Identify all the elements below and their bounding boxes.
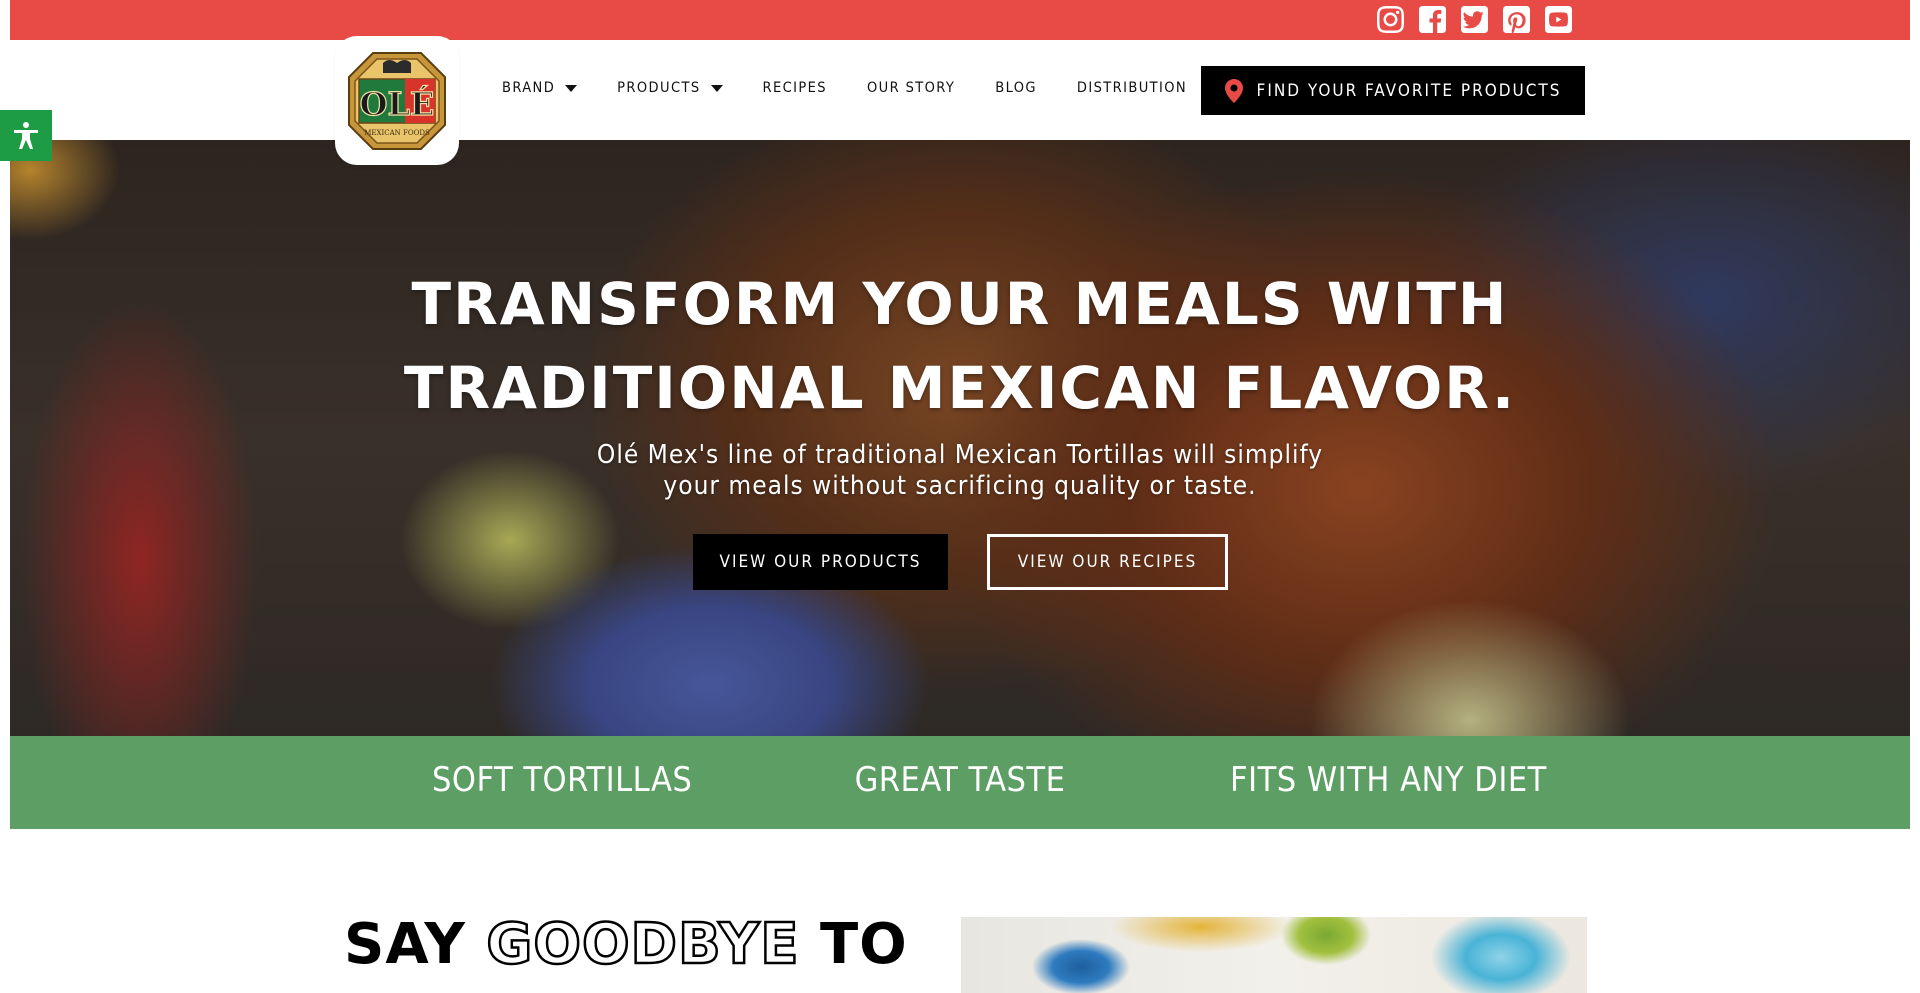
hero-subtitle-line: Olé Mex's line of traditional Mexican To…	[596, 440, 1324, 470]
pinterest-icon[interactable]	[1503, 6, 1530, 33]
features-band: SOFT TORTILLAS GREAT TASTE FITS WITH ANY…	[10, 736, 1910, 829]
heading-word: SAY	[344, 912, 466, 977]
nav-item-products[interactable]: PRODUCTS	[617, 80, 723, 96]
heading-word: TO	[819, 912, 908, 977]
feature-great-taste: GREAT TASTE	[854, 760, 1066, 800]
nav-item-label: RECIPES	[762, 80, 827, 96]
facebook-icon[interactable]	[1419, 6, 1446, 33]
find-products-button[interactable]: FIND YOUR FAVORITE PRODUCTS	[1201, 66, 1585, 115]
heading-word-outlined: GOODBYE	[485, 911, 800, 979]
feature-soft-tortillas: SOFT TORTILLAS	[432, 760, 693, 800]
hero-title-line: TRADITIONAL MEXICAN FLAVOR.	[403, 354, 1517, 422]
social-links	[1377, 6, 1572, 33]
nav-item-recipes[interactable]: RECIPES	[763, 80, 827, 96]
view-products-button[interactable]: VIEW OUR PRODUCTS	[693, 534, 948, 590]
nav-item-brand[interactable]: BRAND	[502, 80, 578, 96]
caret-down-icon	[710, 84, 723, 92]
section-heading: SAY GOODBYE TO	[344, 911, 908, 979]
page: OLÉ MEXICAN FOODS BRAND PRODUCTS RECIPES…	[10, 0, 1910, 993]
hero-title: TRANSFORM YOUR MEALS WITH TRADITIONAL ME…	[10, 262, 1910, 430]
map-pin-icon	[1224, 78, 1243, 103]
top-bar	[10, 0, 1910, 40]
svg-text:OLÉ: OLÉ	[360, 85, 435, 123]
instagram-icon[interactable]	[1377, 6, 1404, 33]
brand-logo[interactable]: OLÉ MEXICAN FOODS	[335, 36, 459, 165]
caret-down-icon	[565, 84, 578, 92]
nav-item-distribution[interactable]: DISTRIBUTION	[1077, 80, 1187, 96]
food-table-photo	[961, 917, 1587, 993]
hero-content: TRANSFORM YOUR MEALS WITH TRADITIONAL ME…	[10, 140, 1910, 736]
nav-item-label: BLOG	[995, 80, 1037, 96]
nav-item-label: BRAND	[502, 80, 556, 96]
hero-subtitle: Olé Mex's line of traditional Mexican To…	[10, 440, 1910, 502]
nav-item-label: PRODUCTS	[617, 80, 701, 96]
svg-text:MEXICAN FOODS: MEXICAN FOODS	[364, 129, 430, 137]
hero-title-line: TRANSFORM YOUR MEALS WITH	[411, 270, 1509, 338]
find-products-label: FIND YOUR FAVORITE PRODUCTS	[1256, 80, 1562, 101]
main-nav: BRAND PRODUCTS RECIPES OUR STORY BLOG DI…	[502, 80, 1227, 96]
nav-item-label: DISTRIBUTION	[1076, 80, 1188, 96]
nav-item-blog[interactable]: BLOG	[995, 80, 1037, 96]
accessibility-icon	[14, 121, 38, 149]
nav-item-our-story[interactable]: OUR STORY	[867, 80, 955, 96]
youtube-icon[interactable]	[1545, 6, 1572, 33]
accessibility-button[interactable]	[0, 110, 52, 161]
twitter-icon[interactable]	[1461, 6, 1488, 33]
nav-item-label: OUR STORY	[866, 80, 956, 96]
site-header: OLÉ MEXICAN FOODS BRAND PRODUCTS RECIPES…	[10, 36, 1910, 165]
ole-logo-graphic: OLÉ MEXICAN FOODS	[348, 51, 446, 150]
feature-fits-any-diet: FITS WITH ANY DIET	[1230, 760, 1547, 800]
hero-subtitle-line: your meals without sacrificing quality o…	[663, 471, 1257, 501]
view-recipes-button[interactable]: VIEW OUR RECIPES	[987, 534, 1228, 590]
hero-banner: TRANSFORM YOUR MEALS WITH TRADITIONAL ME…	[10, 140, 1910, 736]
